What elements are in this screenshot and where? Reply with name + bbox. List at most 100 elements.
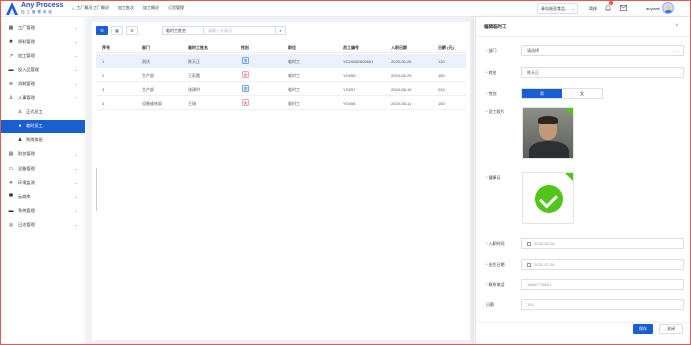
col-date: 入职日期 — [391, 45, 407, 50]
table-row[interactable]: 3 生产部 张建时 临时工 YG057 2024-06-19 220 男 — [96, 82, 466, 96]
col-gender: 性别 — [241, 45, 249, 50]
cell-pay: 180 — [438, 73, 445, 78]
chevron-down-icon: ⌄ — [571, 6, 575, 11]
sidebar-item[interactable]: ↗ 加工管理 ⌄ — [0, 49, 85, 62]
hr-icon: ♙ — [8, 95, 14, 101]
env-icon: ✳ — [8, 179, 14, 186]
cell-date: 2024-06-19 — [391, 87, 412, 92]
cell-no: 4 — [102, 101, 105, 106]
nav-factory-overview[interactable]: 工厂概况 — [93, 5, 109, 11]
col-pay: 日薪 (元) — [438, 45, 454, 50]
employee-photo[interactable] — [522, 107, 574, 159]
sidebar-item-label: 消耗管理 — [18, 80, 35, 86]
drawer-footer — [476, 322, 691, 323]
avatar[interactable] — [662, 2, 674, 14]
mail-icon[interactable] — [620, 5, 628, 12]
cell-position: 临时工 — [288, 59, 300, 64]
gender-tag: 男 — [242, 57, 249, 64]
users-icon: ♟ — [17, 137, 23, 144]
sidebar-item[interactable]: ▀ 云商库 ⌄ — [0, 190, 85, 203]
scrollbar[interactable] — [96, 168, 97, 211]
entry-date-label: *入职时间 — [486, 241, 505, 246]
list-view-button[interactable]: ☰ — [96, 26, 108, 35]
grid-view-button[interactable]: ▦ — [111, 26, 123, 35]
search-bar: 临时工姓名 请输入关键词 ⌕ — [162, 26, 286, 35]
table-row[interactable]: 2 生产部 王彩霞 临时工 YG055 2024-06-29 180 女 — [96, 68, 466, 82]
nav-batches[interactable]: 加工批次 — [118, 5, 134, 11]
sidebar-item-label: 临时员工 — [26, 123, 43, 129]
table-row[interactable]: 4 设备维修部 王瑞 临时工 YG054 2024-06-11 150 女 — [96, 96, 466, 110]
cell-dept: 设备维修部 — [142, 101, 162, 106]
col-id: 员工编号 — [343, 45, 359, 50]
calendar-icon — [527, 262, 531, 267]
table-header: 序号 部门 临时工姓名 性别 职位 员工编号 入职日期 日薪 (元) — [96, 42, 466, 53]
sidebar: ▦ 工厂管理 ⌄ ✖ 原料管理 ⌄ ↗ 加工管理 ⌄ ▬ 投入品管理 ⌄ ≋ 消耗管理 ⌄ ♙ 人事管理 ⌃ ♙ 正式… — [0, 17, 85, 345]
language-switch[interactable]: 简体 — [589, 6, 597, 12]
waste-icon: ≋ — [8, 80, 14, 87]
sidebar-item-label: 设备管理 — [18, 165, 35, 171]
logo-icon — [6, 2, 18, 15]
gear-icon: ⚙ — [130, 28, 134, 33]
user-name[interactable]: anyfami — [646, 6, 660, 11]
chevron-icon: ⌄ — [74, 39, 78, 45]
birth-date-picker[interactable]: 2020-07-26 — [521, 259, 684, 270]
cancel-button[interactable]: 关闭 — [659, 324, 683, 334]
close-icon[interactable]: × — [675, 23, 679, 29]
search-input[interactable]: 请输入关键词 — [204, 27, 275, 34]
sidebar-item[interactable]: ◎ 日志管理 ⌄ — [0, 218, 85, 231]
cell-position: 临时工 — [288, 101, 300, 106]
phone-input[interactable]: 16667735601 — [521, 279, 684, 290]
table-row[interactable]: 1 测试 陈天正 临时工 YG20682806661 2025-06-26 120 男 — [96, 54, 466, 68]
sidebar-item-label: 云商库 — [18, 193, 31, 199]
bell-icon[interactable] — [604, 4, 612, 12]
sidebar-item-label: 环境监测 — [18, 179, 35, 185]
sidebar-item[interactable]: ≋ 消耗管理 ⌄ — [0, 77, 85, 90]
name-input[interactable]: 陈天正 — [521, 67, 684, 78]
chevron-icon: ⌄ — [74, 222, 78, 228]
factory-icon: ▦ — [8, 24, 14, 31]
edit-drawer: 编辑临时工 × *部门 请选择 ⌄ *姓名 陈天正 *性别 男 女 *员工照片 *… — [475, 17, 691, 345]
health-cert-image[interactable] — [522, 172, 574, 224]
settings-button[interactable]: ⚙ — [126, 26, 138, 35]
content-card: ☰ ▦ ⚙ 临时工姓名 请输入关键词 ⌕ 序号 部门 临时工姓名 性别 职位 员… — [92, 22, 470, 340]
save-button[interactable]: 保存 — [633, 324, 653, 334]
gender-label: *性别 — [486, 91, 497, 96]
chevron-icon: ⌄ — [74, 53, 78, 59]
sidebar-item-label: 日志管理 — [18, 221, 35, 227]
cell-dept: 生产部 — [142, 73, 154, 78]
cell-position: 临时工 — [288, 73, 300, 78]
nav-process-overview[interactable]: 加工概况 — [143, 5, 159, 11]
gender-tag: 女 — [242, 99, 249, 106]
home-link[interactable]: ⌂ 工厂概况 — [72, 5, 92, 11]
entry-date-picker[interactable]: 2025-06-26 — [521, 238, 684, 249]
uploaded-check-icon — [565, 108, 573, 116]
home-icon: ⌂ — [72, 5, 75, 11]
sidebar-item[interactable]: ♟ 到岗排班 — [0, 134, 85, 147]
search-type-select[interactable]: 临时工姓名 — [163, 27, 204, 34]
sidebar-item[interactable]: ▭ 设备管理 ⌄ — [0, 162, 85, 175]
search-button[interactable]: ⌕ — [275, 27, 285, 34]
gender-male-option[interactable]: 男 — [522, 89, 562, 98]
factory-select[interactable]: 青岛振亚食品... ⌄ — [537, 3, 578, 14]
nav-orders[interactable]: 订货管理 — [168, 5, 184, 11]
dept-select[interactable]: 请选择 ⌄ — [521, 45, 684, 56]
gender-female-option[interactable]: 女 — [562, 89, 602, 98]
entry-date-value: 2025-06-26 — [534, 241, 555, 246]
sidebar-item[interactable]: ▬ 系统管理 ⌄ — [0, 204, 85, 217]
sidebar-item-label: 人事管理 — [18, 95, 35, 100]
chevron-icon: ⌄ — [74, 194, 78, 200]
chevron-icon: ⌄ — [74, 180, 78, 186]
sidebar-item[interactable]: ▤ 财务管理 ⌄ — [0, 148, 85, 161]
sidebar-item[interactable]: ♙ 正式员工 — [0, 106, 85, 119]
pay-input[interactable]: 120 — [521, 299, 684, 310]
sidebar-item-label: 加工管理 — [18, 52, 35, 58]
sidebar-item[interactable]: ▬ 投入品管理 ⌄ — [0, 63, 85, 76]
sidebar-item[interactable]: ● 临时员工 — [0, 119, 85, 133]
calendar-icon — [527, 241, 531, 246]
birth-date-value: 2020-07-26 — [534, 262, 555, 267]
sidebar-item[interactable]: ♙ 人事管理 ⌃ — [0, 92, 85, 105]
sidebar-item-label: 系统管理 — [18, 207, 35, 213]
sidebar-item[interactable]: ✳ 环境监测 ⌄ — [0, 176, 85, 189]
sidebar-item[interactable]: ✖ 原料管理 ⌄ — [0, 35, 85, 48]
sidebar-item[interactable]: ▦ 工厂管理 ⌄ — [0, 21, 85, 34]
